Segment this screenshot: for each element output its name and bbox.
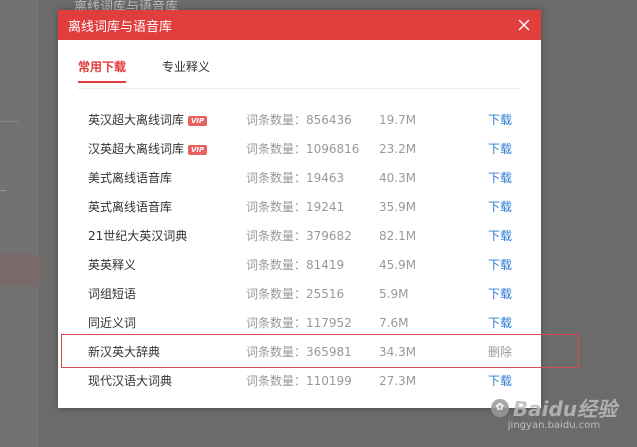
library-name-text: 21世纪大英汉词典: [88, 229, 188, 243]
paw-icon: ✿: [490, 398, 509, 417]
library-row: 新汉英大辞典 词条数量：365981 34.3M 删除: [58, 338, 541, 367]
library-row: 美式离线语音库 词条数量：19463 40.3M 下载: [58, 164, 541, 193]
library-row: 英式离线语音库 词条数量：19241 35.9M 下载: [58, 193, 541, 222]
entry-count: 词条数量：1096816: [246, 142, 360, 156]
library-row: 汉英超大离线词库 VIP 词条数量：1096816 23.2M 下载: [58, 135, 541, 164]
file-size: 23.2M: [379, 142, 417, 156]
close-icon[interactable]: [517, 18, 531, 32]
dialog-header: 离线词库与语音库: [58, 10, 541, 40]
library-name-text: 美式离线语音库: [88, 171, 173, 185]
entry-count: 词条数量：379682: [246, 229, 352, 243]
entry-count: 词条数量：110199: [246, 374, 352, 388]
download-link[interactable]: 下载: [488, 135, 512, 164]
background-highlight: [0, 254, 40, 286]
watermark-brand: ✿ Baidu经验: [490, 393, 617, 422]
tab-common-downloads[interactable]: 常用下载: [78, 58, 127, 83]
tab-bar: 常用下载 专业释义: [78, 58, 246, 83]
library-name: 新汉英大辞典: [88, 338, 160, 367]
download-link[interactable]: 下载: [488, 193, 512, 222]
library-name-text: 英汉超大离线词库: [88, 113, 185, 127]
download-link[interactable]: 下载: [488, 222, 512, 251]
watermark-url: jingyan.baidu.com: [507, 420, 601, 431]
file-size: 40.3M: [379, 171, 417, 185]
tab-professional-definitions[interactable]: 专业释义: [162, 58, 210, 83]
vip-badge: VIP: [188, 115, 208, 126]
library-name: 21世纪大英汉词典: [88, 222, 187, 251]
library-name: 美式离线语音库: [88, 164, 172, 193]
file-size: 27.3M: [379, 374, 417, 388]
offline-library-dialog: 离线词库与语音库 常用下载 专业释义 英汉超大离线词库 VIP 词条数量：85643…: [58, 10, 541, 408]
library-name: 英英释义: [88, 251, 136, 280]
watermark: ✿ Baidu经验 jingyan.baidu.com: [490, 393, 617, 431]
library-name-text: 现代汉语大词典: [88, 374, 173, 388]
file-size: 19.7M: [379, 113, 417, 127]
library-row: 英汉超大离线词库 VIP 词条数量：856436 19.7M 下载: [58, 106, 541, 135]
file-size: 35.9M: [379, 200, 417, 214]
entry-count: 词条数量：365981: [246, 345, 352, 359]
entry-count: 词条数量：117952: [246, 316, 352, 330]
download-link[interactable]: 下载: [488, 280, 512, 309]
library-name-text: 英英释义: [88, 258, 137, 272]
library-name-text: 词组短语: [88, 287, 137, 301]
file-size: 5.9M: [379, 287, 409, 301]
file-size: 7.6M: [379, 316, 409, 330]
download-link[interactable]: 下载: [488, 367, 512, 396]
background-dash: [0, 190, 6, 191]
tab-divider: [78, 88, 521, 89]
dialog-title: 离线词库与语音库: [68, 19, 173, 35]
library-name: 同近义词: [88, 309, 136, 338]
library-name: 汉英超大离线词库 VIP: [88, 135, 208, 164]
library-row: 同近义词 词条数量：117952 7.6M 下载: [58, 309, 541, 338]
library-name: 词组短语: [88, 280, 136, 309]
library-name: 现代汉语大词典: [88, 367, 172, 396]
watermark-brand-text: Baidu经验: [512, 397, 617, 421]
library-name-text: 新汉英大辞典: [88, 345, 161, 359]
entry-count: 词条数量：19241: [246, 200, 345, 214]
entry-count: 词条数量：19463: [246, 171, 345, 185]
entry-count: 词条数量：81419: [246, 258, 345, 272]
library-name: 英式离线语音库: [88, 193, 172, 222]
download-link[interactable]: 下载: [488, 309, 512, 338]
library-row: 词组短语 词条数量：25516 5.9M 下载: [58, 280, 541, 309]
file-size: 45.9M: [379, 258, 417, 272]
background-sidebar: [0, 0, 40, 447]
library-row: 现代汉语大词典 词条数量：110199 27.3M 下载: [58, 367, 541, 396]
entry-count: 词条数量：25516: [246, 287, 345, 301]
library-name-text: 汉英超大离线词库: [88, 142, 185, 156]
vip-badge: VIP: [188, 144, 208, 155]
background-divider: [0, 121, 18, 122]
library-name: 英汉超大离线词库 VIP: [88, 106, 208, 135]
file-size: 34.3M: [379, 345, 417, 359]
download-link[interactable]: 下载: [488, 106, 512, 135]
library-row: 21世纪大英汉词典 词条数量：379682 82.1M 下载: [58, 222, 541, 251]
download-link[interactable]: 下载: [488, 164, 512, 193]
library-name-text: 同近义词: [88, 316, 137, 330]
delete-link[interactable]: 删除: [488, 338, 512, 367]
library-list: 英汉超大离线词库 VIP 词条数量：856436 19.7M 下载 汉英超大离线词库 VIP…: [58, 106, 541, 396]
library-name-text: 英式离线语音库: [88, 200, 173, 214]
download-link[interactable]: 下载: [488, 251, 512, 280]
entry-count: 词条数量：856436: [246, 113, 352, 127]
file-size: 82.1M: [379, 229, 417, 243]
library-row: 英英释义 词条数量：81419 45.9M 下载: [58, 251, 541, 280]
